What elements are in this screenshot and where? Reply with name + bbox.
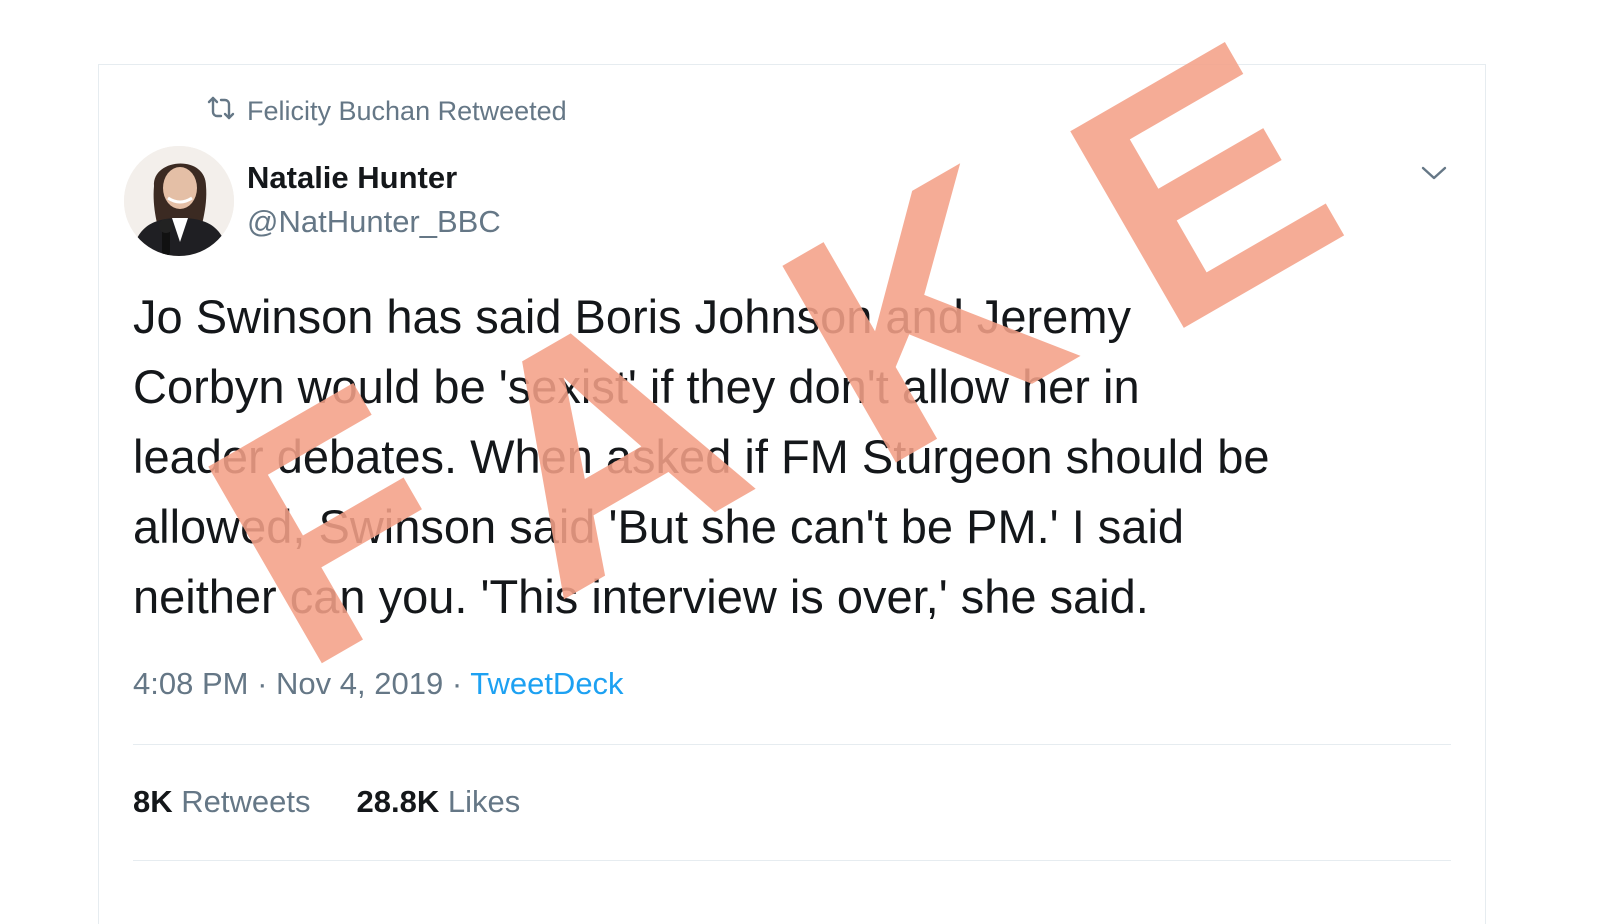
tweet-source-link[interactable]: TweetDeck <box>470 666 623 701</box>
author-handle[interactable]: @NatHunter_BBC <box>247 204 501 240</box>
tweet-text-line: Corbyn would be 'sexist' if they don't a… <box>133 360 1140 413</box>
retweets-stat[interactable]: 8K Retweets <box>133 784 311 820</box>
likes-stat[interactable]: 28.8K Likes <box>357 784 521 820</box>
tweet-text-line: allowed, Swinson said 'But she can't be … <box>133 500 1185 553</box>
meta-separator: · <box>257 666 268 701</box>
divider <box>133 860 1451 861</box>
tweet-stats: 8K Retweets 28.8K Likes <box>133 784 520 820</box>
tweet-text-line: leader debates. When asked if FM Sturgeo… <box>133 430 1270 483</box>
retweet-context[interactable]: Felicity Buchan Retweeted <box>205 94 567 128</box>
retweets-label: Retweets <box>181 784 311 819</box>
tweet-time[interactable]: 4:08 PM <box>133 666 248 701</box>
more-options-button[interactable] <box>1416 160 1452 190</box>
retweet-context-label: Felicity Buchan Retweeted <box>247 95 567 126</box>
tweet-text-line: neither can you. 'This interview is over… <box>133 570 1149 623</box>
meta-separator: · <box>451 666 463 701</box>
retweet-icon <box>205 96 237 127</box>
tweet-text-line: Jo Swinson has said Boris Johnson and Je… <box>133 290 1131 343</box>
likes-count: 28.8K <box>356 784 440 819</box>
tweet-meta: 4:08 PM · Nov 4, 2019 · TweetDeck <box>133 666 624 702</box>
retweets-count: 8K <box>133 784 173 819</box>
tweet-text: Jo Swinson has said Boris Johnson and Je… <box>133 282 1463 632</box>
likes-label: Likes <box>447 784 521 819</box>
author-name[interactable]: Natalie Hunter <box>247 160 457 196</box>
chevron-down-icon <box>1419 164 1449 187</box>
divider <box>133 744 1451 745</box>
avatar[interactable] <box>124 146 234 256</box>
tweet-date[interactable]: Nov 4, 2019 <box>276 666 443 701</box>
